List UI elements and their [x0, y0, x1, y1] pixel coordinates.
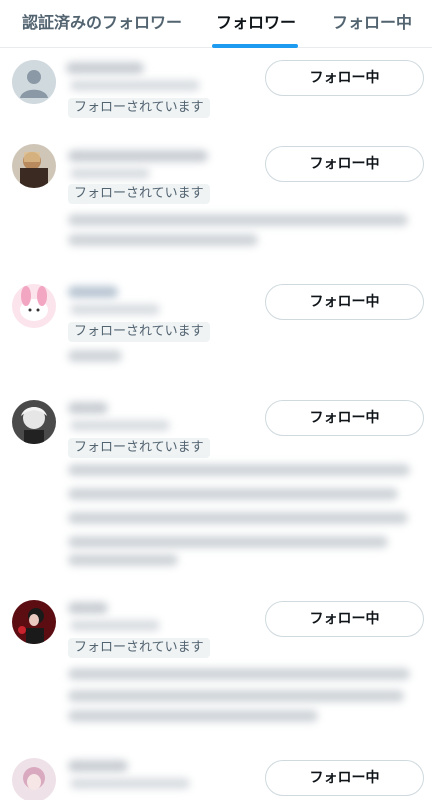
follower-row[interactable]: フォローされています フォロー中 [0, 144, 432, 254]
user-bio [68, 488, 398, 500]
user-bio [68, 536, 388, 548]
following-button[interactable]: フォロー中 [265, 146, 424, 182]
follows-you-badge: フォローされています [68, 184, 210, 204]
user-handle [70, 304, 160, 315]
tab-following[interactable]: フォロー中 [332, 0, 412, 48]
user-name[interactable] [66, 62, 144, 74]
follows-you-badge: フォローされています [68, 638, 210, 658]
follower-row[interactable]: フォローされています フォロー中 [0, 282, 432, 372]
following-button[interactable]: フォロー中 [265, 60, 424, 96]
user-avatar[interactable] [12, 144, 56, 188]
follows-you-badge: フォローされています [68, 322, 210, 342]
user-bio [68, 350, 122, 362]
user-avatar[interactable] [12, 400, 56, 444]
follower-row[interactable]: フォロー中 [0, 756, 432, 800]
user-avatar[interactable] [12, 758, 56, 800]
following-button[interactable]: フォロー中 [265, 400, 424, 436]
user-bio [68, 214, 408, 226]
user-handle [70, 80, 200, 91]
user-bio [68, 668, 410, 680]
tab-verified-followers[interactable]: 認証済みのフォロワー [22, 0, 182, 48]
tab-followers[interactable]: フォロワー [216, 0, 296, 48]
user-name[interactable] [68, 760, 128, 772]
follows-you-badge: フォローされています [68, 98, 210, 118]
user-bio [68, 554, 178, 566]
user-handle [70, 168, 150, 179]
tab-bar: 認証済みのフォロワー フォロワー フォロー中 [0, 0, 432, 48]
user-avatar[interactable] [12, 600, 56, 644]
follower-row[interactable]: フォローされています フォロー中 [0, 398, 432, 568]
user-name[interactable] [68, 402, 108, 414]
follower-row[interactable]: フォローされています フォロー中 [0, 598, 432, 728]
following-button[interactable]: フォロー中 [265, 601, 424, 637]
user-avatar[interactable] [12, 284, 56, 328]
follower-row[interactable]: フォローされています フォロー中 [0, 56, 432, 120]
follows-you-badge: フォローされています [68, 438, 210, 458]
user-handle [70, 420, 170, 431]
active-tab-indicator [212, 44, 298, 48]
following-button[interactable]: フォロー中 [265, 284, 424, 320]
user-bio [68, 690, 404, 702]
user-name[interactable] [68, 150, 208, 162]
user-bio [68, 234, 258, 246]
default-avatar-icon[interactable] [12, 60, 56, 104]
user-bio [68, 512, 408, 524]
user-bio [68, 464, 410, 476]
user-handle [70, 778, 190, 789]
user-bio [68, 710, 318, 722]
user-name[interactable] [68, 602, 108, 614]
following-button[interactable]: フォロー中 [265, 760, 424, 796]
user-handle [70, 620, 160, 631]
user-name[interactable] [68, 286, 118, 298]
